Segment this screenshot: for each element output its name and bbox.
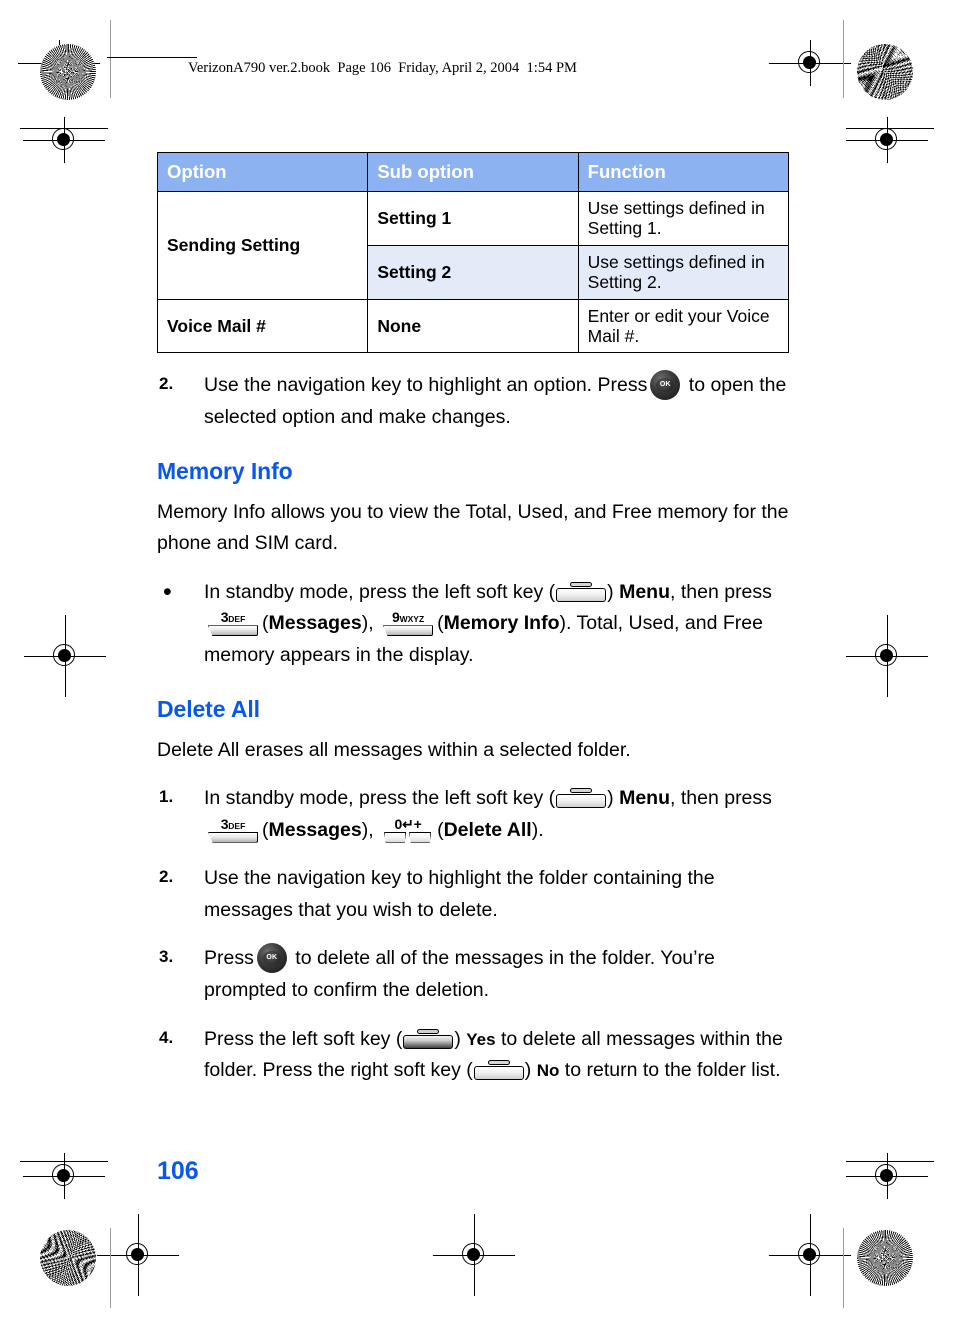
- yes-label: Yes: [466, 1029, 496, 1049]
- key-9-letters: WXYZ: [399, 614, 425, 625]
- memory-info-bullet-step: • In standby mode, press the left soft k…: [157, 577, 791, 672]
- registration-mark-lower-left: [23, 1153, 105, 1199]
- cell-sub-option-setting-1: Setting 1: [367, 190, 579, 246]
- number-key-0-icon: 0↵+: [381, 815, 435, 844]
- step1-text-2: ): [607, 787, 620, 810]
- memory-info-label: Memory Info: [443, 612, 560, 635]
- step4-text-5: to return to the folder list.: [559, 1059, 781, 1082]
- registration-mark-top-right: [769, 40, 851, 86]
- step-number: 1.: [159, 787, 174, 807]
- cell-sub-option-none: None: [367, 298, 579, 354]
- step-settings-2: 2. Use the navigation key to highlight a…: [157, 370, 791, 433]
- section-heading-delete-all: Delete All: [157, 695, 260, 722]
- step-number: 2.: [159, 867, 174, 887]
- delete-all-paragraph: Delete All erases all messages within a …: [157, 738, 631, 761]
- column-header-option: Option: [156, 152, 369, 192]
- registration-mark-middle-right: [846, 615, 928, 697]
- delete-all-label: Delete All: [443, 818, 532, 841]
- page-number: 106: [157, 1157, 199, 1185]
- trim-guide-upper-left-rule: [20, 1161, 108, 1162]
- step4-text-2: ): [454, 1027, 467, 1050]
- number-key-9-icon: 9WXYZ: [381, 609, 435, 637]
- delete-all-step-2: 2. Use the navigation key to highlight t…: [157, 863, 791, 926]
- table-row: Sending Setting Setting 1 Use settings d…: [156, 190, 790, 300]
- soft-key-icon: [556, 581, 607, 602]
- key-3-letters: DEF: [228, 614, 246, 625]
- bullet-text-2: ): [607, 580, 620, 603]
- number-key-3-icon: 3DEF: [206, 610, 260, 637]
- step3-text-1: Press: [204, 947, 254, 970]
- page-content: Option Sub option Function Sending Setti…: [156, 152, 791, 1087]
- step1-text-1: In standby mode, press the left soft key…: [204, 787, 556, 810]
- menu-label: Menu: [619, 580, 671, 603]
- trim-guide-mid-left-rule: [20, 128, 108, 129]
- right-soft-key-icon: [473, 1060, 524, 1081]
- registration-mark-middle-left: [24, 615, 106, 697]
- trim-guide-left-bottom: [110, 1228, 111, 1308]
- ok-key-icon: OK: [650, 370, 681, 401]
- cell-function-setting-2: Use settings defined in Setting 2.: [577, 244, 790, 300]
- bullet-text-1: In standby mode, press the left soft key…: [204, 580, 556, 603]
- key-0-digit: 0: [394, 815, 403, 832]
- step4-text-1: Press the left soft key (: [204, 1027, 403, 1050]
- table-header-row: Option Sub option Function: [156, 152, 790, 192]
- bullet-text-3: , then press: [670, 580, 772, 603]
- color-rosette-bottom-left: [40, 1230, 96, 1286]
- trim-guide-mid-right-rule: [846, 128, 934, 129]
- messages-label: Messages: [268, 612, 362, 635]
- number-key-3-icon: 3DEF: [206, 817, 260, 844]
- no-label: No: [536, 1061, 560, 1081]
- step1-text-7: ).: [531, 818, 544, 841]
- step1-text-5: ),: [361, 818, 380, 841]
- trim-guide-right-top: [843, 20, 844, 98]
- step2-text: Use the navigation key to highlight the …: [204, 867, 715, 921]
- cell-function-setting-1: Use settings defined in Setting 1.: [577, 190, 790, 246]
- color-rosette-top-right: [857, 44, 913, 100]
- cell-option-voice-mail: Voice Mail #: [156, 298, 369, 354]
- file-header-line: VerizonA790 ver.2.book Page 106 Friday, …: [188, 60, 577, 76]
- trim-guide-left-top: [110, 20, 111, 98]
- registration-mark-upper-left: [23, 117, 105, 163]
- table-row: Voice Mail # None Enter or edit your Voi…: [156, 298, 790, 354]
- registration-mark-bottom-left: [97, 1214, 179, 1296]
- column-header-sub-option: Sub option: [367, 152, 579, 192]
- bullet-marker: •: [163, 577, 172, 606]
- message-settings-table: Option Sub option Function Sending Setti…: [156, 152, 790, 354]
- registration-mark-bottom-center: [433, 1214, 515, 1296]
- section-heading-memory-info: Memory Info: [157, 457, 293, 484]
- key-9-digit: 9: [392, 609, 400, 626]
- step-number: 3.: [159, 947, 174, 967]
- ok-key-icon: OK: [256, 943, 287, 974]
- registration-mark-lower-right: [846, 1153, 928, 1199]
- registration-mark-bottom-right: [769, 1214, 851, 1296]
- key-0-symbols: ↵+: [402, 815, 422, 832]
- step-text-before: Use the navigation key to highlight an o…: [204, 374, 648, 397]
- cell-option-sending-setting: Sending Setting: [156, 190, 369, 300]
- soft-key-icon: [556, 788, 607, 809]
- menu-label: Menu: [619, 787, 671, 810]
- memory-info-paragraph: Memory Info allows you to view the Total…: [157, 500, 789, 555]
- delete-all-step-4: 4. Press the left soft key ( ) Yes to de…: [157, 1024, 791, 1087]
- delete-all-step-1: 1. In standby mode, press the left soft …: [157, 783, 791, 846]
- trim-guide-right-bottom: [843, 1228, 844, 1308]
- messages-label: Messages: [268, 818, 362, 841]
- trim-guide-upper-right-rule: [846, 1161, 934, 1162]
- step1-text-3: , then press: [670, 787, 772, 810]
- column-header-function: Function: [577, 152, 790, 192]
- registration-mark-upper-right: [846, 117, 928, 163]
- bullet-text-5: ),: [361, 612, 380, 635]
- step4-text-4: ): [524, 1059, 537, 1082]
- cell-function-voice-mail: Enter or edit your Voice Mail #.: [577, 298, 790, 354]
- key-3-letters: DEF: [228, 820, 246, 831]
- delete-all-step-3: 3. Press OK to delete all of the message…: [157, 943, 791, 1006]
- step-number: 2.: [159, 374, 174, 394]
- header-rule: [107, 57, 197, 59]
- color-rosette-bottom-right: [857, 1230, 913, 1286]
- left-soft-key-icon: [403, 1028, 454, 1049]
- cell-sub-option-setting-2: Setting 2: [367, 244, 579, 300]
- color-rosette-top-left: [40, 44, 96, 100]
- step-number: 4.: [159, 1027, 174, 1047]
